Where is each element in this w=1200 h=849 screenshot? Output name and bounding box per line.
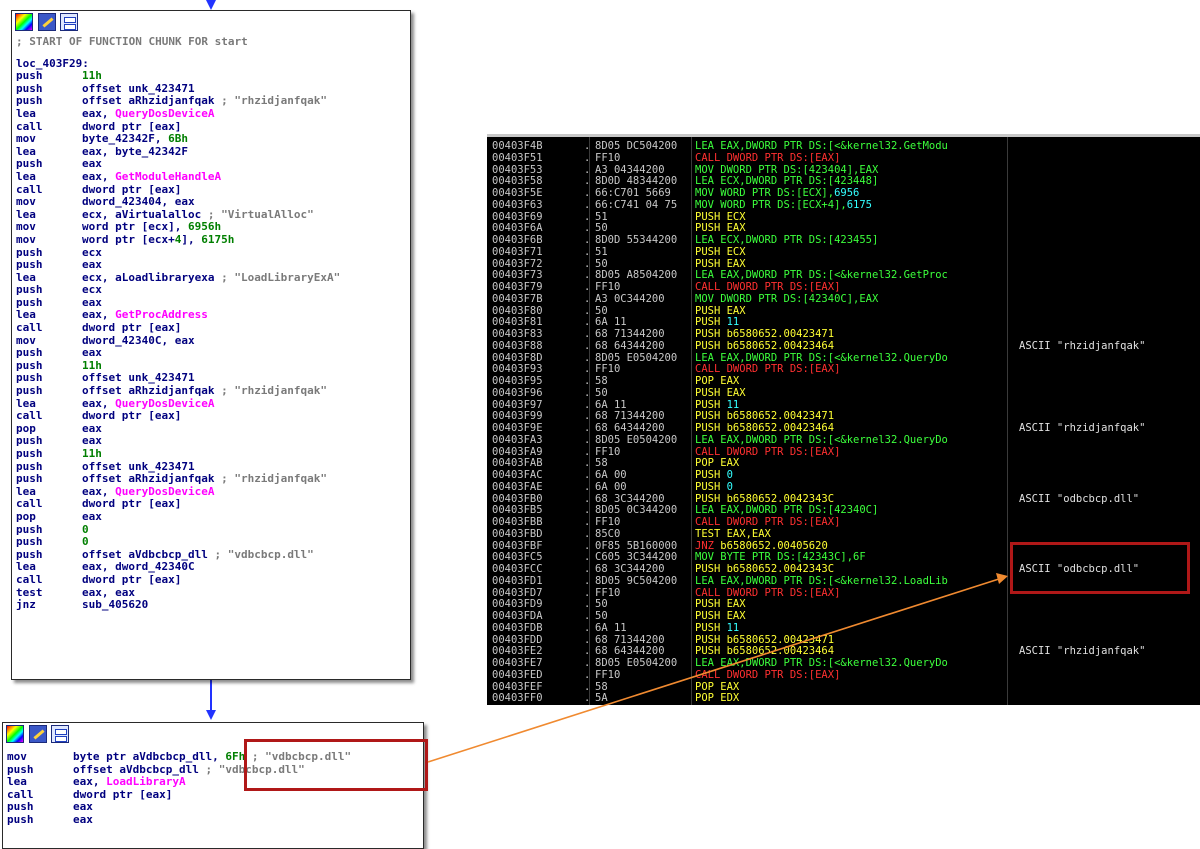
connector-arrowhead — [996, 573, 1008, 584]
connector-line — [427, 577, 1003, 763]
connector-arrow — [427, 573, 1008, 763]
